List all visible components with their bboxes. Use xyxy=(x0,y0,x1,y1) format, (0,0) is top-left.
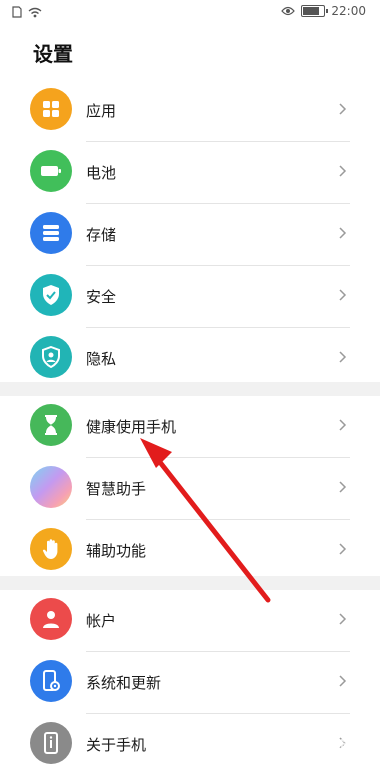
privacy-shield-icon xyxy=(30,336,72,378)
group-separator xyxy=(0,382,380,396)
chevron-right-icon xyxy=(339,289,347,301)
settings-item-smart-assistant[interactable]: 智慧助手 xyxy=(0,458,380,520)
chevron-right-icon xyxy=(339,103,347,115)
settings-item-accounts[interactable]: 帐户 xyxy=(0,590,380,652)
settings-item-digital-balance[interactable]: 健康使用手机 xyxy=(0,396,380,458)
person-icon xyxy=(30,598,72,640)
status-bar: 22:00 xyxy=(0,0,380,24)
settings-item-label: 隐私 xyxy=(86,350,117,368)
status-left-icons xyxy=(12,6,42,18)
page-title: 设置 xyxy=(33,42,73,66)
chevron-right-icon xyxy=(339,419,347,431)
settings-item-label: 关于手机 xyxy=(86,736,147,754)
assistant-orb-icon xyxy=(30,466,72,508)
phone-settings-icon xyxy=(30,660,72,702)
sim-icon xyxy=(12,6,22,18)
settings-item-apps[interactable]: 应用 xyxy=(0,80,380,142)
chevron-right-icon xyxy=(339,613,347,625)
settings-item-label: 系统和更新 xyxy=(86,674,162,692)
apps-grid-icon xyxy=(30,88,72,130)
storage-icon xyxy=(30,212,72,254)
watermark-logo: Baidu 经验 xyxy=(278,734,362,752)
status-time: 22:00 xyxy=(331,4,366,18)
wifi-icon xyxy=(28,7,42,17)
settings-item-label: 辅助功能 xyxy=(86,542,147,560)
chevron-right-icon xyxy=(339,351,347,363)
settings-item-label: 智慧助手 xyxy=(86,480,147,498)
settings-item-label: 帐户 xyxy=(86,612,117,630)
group-separator xyxy=(0,576,380,590)
settings-item-battery[interactable]: 电池 xyxy=(0,142,380,204)
settings-item-system-updates[interactable]: 系统和更新 xyxy=(0,652,380,714)
chevron-right-icon xyxy=(339,227,347,239)
settings-item-privacy[interactable]: 隐私 xyxy=(0,328,380,390)
hourglass-icon xyxy=(30,404,72,446)
status-right: 22:00 xyxy=(281,4,366,18)
battery-icon xyxy=(30,150,72,192)
settings-item-label: 应用 xyxy=(86,102,117,120)
chevron-right-icon xyxy=(339,165,347,177)
settings-item-label: 存储 xyxy=(86,226,117,244)
settings-item-label: 安全 xyxy=(86,288,117,306)
phone-info-icon xyxy=(30,722,72,764)
settings-item-security[interactable]: 安全 xyxy=(0,266,380,328)
battery-status-icon xyxy=(301,5,329,17)
chevron-right-icon xyxy=(339,543,347,555)
settings-item-storage[interactable]: 存储 xyxy=(0,204,380,266)
hand-icon xyxy=(30,528,72,570)
settings-item-label: 健康使用手机 xyxy=(86,418,177,436)
chevron-right-icon xyxy=(339,481,347,493)
eye-icon xyxy=(281,6,296,16)
settings-item-label: 电池 xyxy=(86,164,117,182)
shield-check-icon xyxy=(30,274,72,316)
chevron-right-icon xyxy=(339,675,347,687)
settings-item-accessibility[interactable]: 辅助功能 xyxy=(0,520,380,582)
